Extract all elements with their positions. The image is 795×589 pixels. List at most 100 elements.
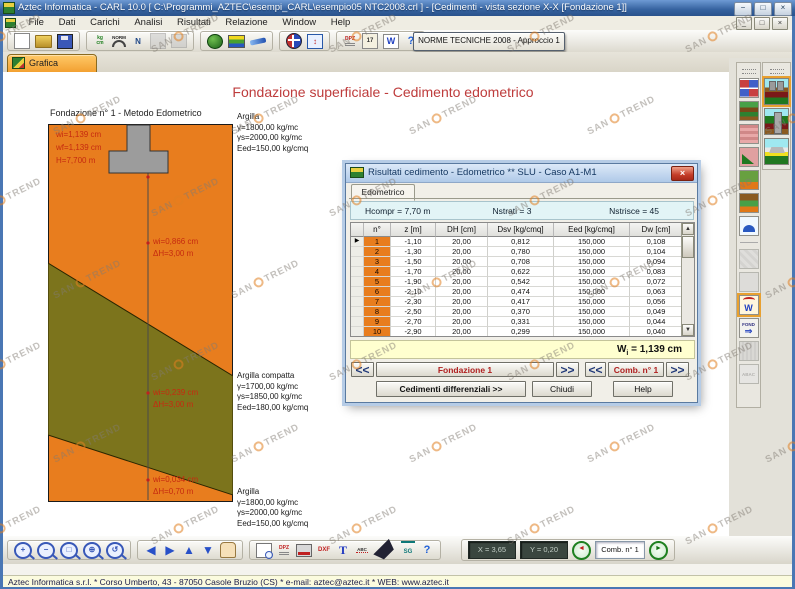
settlement-w-icon[interactable]: W bbox=[736, 293, 761, 317]
table-row[interactable]: 5 -1,90 20,00 0,542 150,000 0,072 bbox=[351, 277, 694, 287]
zoom-out-icon[interactable]: − bbox=[37, 541, 55, 559]
row-selector[interactable] bbox=[351, 297, 364, 307]
table-row[interactable]: 7 -2,30 20,00 0,417 150,000 0,056 bbox=[351, 297, 694, 307]
row-selector[interactable] bbox=[351, 247, 364, 257]
dialog-close-button[interactable]: × bbox=[671, 166, 694, 181]
table-row[interactable]: 2 -1,30 20,00 0,780 150,000 0,104 bbox=[351, 247, 694, 257]
gravel-layer-icon[interactable] bbox=[738, 170, 759, 190]
scroll-down-arrow[interactable]: ▼ bbox=[682, 324, 694, 336]
menu-window[interactable]: Window bbox=[276, 16, 322, 30]
fondazione-next-button[interactable]: >> bbox=[556, 362, 579, 377]
vegetation-icon[interactable] bbox=[207, 33, 223, 49]
load-n-icon[interactable]: N bbox=[131, 33, 145, 49]
section-line-icon[interactable] bbox=[249, 36, 267, 46]
table-row[interactable]: 6 -2,10 20,00 0,474 150,000 0,063 bbox=[351, 287, 694, 297]
menu-relazione[interactable]: Relazione bbox=[219, 16, 273, 30]
fondazione-prev-button[interactable]: << bbox=[351, 362, 374, 377]
word-export-icon[interactable]: W bbox=[383, 33, 399, 49]
zoom-extents-icon[interactable]: ⊕ bbox=[83, 541, 101, 559]
menu-analisi[interactable]: Analisi bbox=[128, 16, 168, 30]
scrollbar-thumb[interactable] bbox=[682, 236, 694, 258]
pan-hand-icon[interactable] bbox=[220, 542, 236, 558]
column-header[interactable]: Eed [kg/cmq] bbox=[554, 223, 630, 237]
next-combination-button[interactable]: ► bbox=[649, 540, 668, 560]
tab-grafica[interactable]: Grafica bbox=[7, 54, 97, 74]
embankment-icon[interactable] bbox=[738, 193, 759, 213]
plot-icon[interactable] bbox=[296, 543, 312, 557]
menu-carichi[interactable]: Carichi bbox=[84, 16, 126, 30]
results-table[interactable]: ▲ ▼ n° z [m] DH [cm] Dsv [kg/cmq] Eed [kg/cm… bbox=[350, 222, 695, 337]
foundation-strip-icon[interactable] bbox=[764, 138, 789, 165]
soil-layers-icon[interactable] bbox=[228, 34, 245, 48]
excavation-icon[interactable] bbox=[738, 147, 759, 167]
row-selector[interactable]: ▶ bbox=[351, 237, 364, 247]
norme-tecniche-button[interactable]: NORME TECNICHE 2008 - Approccio 1 bbox=[413, 32, 565, 51]
table-scrollbar[interactable]: ▲ ▼ bbox=[681, 223, 694, 336]
menu-file[interactable]: File bbox=[23, 16, 50, 30]
dialog-title-bar[interactable]: Risultati cedimento - Edometrico ** SLU … bbox=[346, 164, 697, 183]
close-button[interactable]: × bbox=[774, 2, 792, 16]
soil-texture-icon[interactable] bbox=[738, 124, 759, 144]
help-button[interactable]: Help bbox=[613, 381, 673, 397]
pen-icon[interactable] bbox=[373, 538, 397, 562]
help-icon[interactable]: ? bbox=[420, 542, 434, 558]
menu-help[interactable]: Help bbox=[325, 16, 357, 30]
row-selector[interactable] bbox=[351, 267, 364, 277]
column-header[interactable] bbox=[351, 223, 364, 237]
fondazione-selector[interactable]: Fondazione 1 bbox=[376, 362, 554, 377]
row-selector[interactable] bbox=[351, 327, 364, 336]
comb-selector[interactable]: Comb. n° 1 bbox=[608, 362, 664, 377]
title-bar[interactable]: Aztec Informatica - CARL 10.0 [ C:\Progr… bbox=[0, 0, 795, 16]
pan-left-icon[interactable]: ◀ bbox=[144, 542, 158, 558]
table-row[interactable]: 10 -2,90 20,00 0,299 150,000 0,040 bbox=[351, 327, 694, 336]
globe-icon[interactable] bbox=[286, 33, 302, 49]
zoom-page-icon[interactable]: □ bbox=[60, 541, 78, 559]
save-icon[interactable] bbox=[57, 33, 73, 49]
row-selector[interactable] bbox=[351, 257, 364, 267]
comb-next-button[interactable]: >> bbox=[666, 362, 689, 377]
load-plate-icon[interactable] bbox=[738, 216, 759, 236]
row-selector[interactable] bbox=[351, 317, 364, 327]
dpz-export-icon[interactable]: DPZ bbox=[343, 33, 357, 49]
window-update-icon[interactable]: ↕ bbox=[307, 33, 323, 49]
fond-nav-icon[interactable]: FOND bbox=[738, 318, 759, 338]
dpz-icon[interactable]: DPZ bbox=[277, 542, 291, 558]
comb-prev-button[interactable]: << bbox=[585, 362, 606, 377]
mdi-close-button[interactable]: × bbox=[772, 17, 788, 30]
zoom-previous-icon[interactable]: ↺ bbox=[106, 541, 124, 559]
norm-binoculars-icon[interactable]: NORM bbox=[112, 33, 126, 49]
scroll-up-arrow[interactable]: ▲ bbox=[682, 223, 694, 235]
computation-time-icon[interactable]: 17 bbox=[362, 33, 378, 49]
zoom-in-icon[interactable]: + bbox=[14, 541, 32, 559]
table-row[interactable]: ▶ 1 -1,10 20,00 0,812 150,000 0,108 bbox=[351, 237, 694, 247]
spell-abc-icon[interactable]: ABC bbox=[355, 542, 369, 558]
column-header[interactable]: n° bbox=[364, 223, 391, 237]
column-header[interactable]: Dw [cm] bbox=[630, 223, 683, 237]
new-file-icon[interactable] bbox=[14, 33, 30, 49]
row-selector[interactable] bbox=[351, 307, 364, 317]
chiudi-button[interactable]: Chiudi bbox=[532, 381, 592, 397]
toolbar-grip[interactable] bbox=[741, 69, 756, 74]
table-row[interactable]: 4 -1,70 20,00 0,622 150,000 0,083 bbox=[351, 267, 694, 277]
column-header[interactable]: z [m] bbox=[391, 223, 436, 237]
minimize-button[interactable]: − bbox=[734, 2, 752, 16]
menu-risultati[interactable]: Risultati bbox=[171, 16, 217, 30]
sg-icon[interactable]: SG bbox=[401, 540, 415, 560]
materials-palette-icon[interactable] bbox=[738, 78, 759, 98]
column-header[interactable]: DH [cm] bbox=[436, 223, 488, 237]
column-header[interactable]: Dsv [kg/cmq] bbox=[488, 223, 554, 237]
pan-up-icon[interactable]: ▲ bbox=[182, 542, 196, 558]
units-kgcm-icon[interactable]: kg cm bbox=[93, 33, 107, 49]
table-row[interactable]: 8 -2,50 20,00 0,370 150,000 0,049 bbox=[351, 307, 694, 317]
row-selector[interactable] bbox=[351, 277, 364, 287]
table-row[interactable]: 9 -2,70 20,00 0,331 150,000 0,044 bbox=[351, 317, 694, 327]
mdi-restore-button[interactable]: □ bbox=[754, 17, 770, 30]
previous-combination-button[interactable]: ◄ bbox=[572, 540, 591, 560]
pan-down-icon[interactable]: ▼ bbox=[201, 542, 215, 558]
row-selector[interactable] bbox=[351, 287, 364, 297]
foundation-pile-icon[interactable] bbox=[764, 108, 789, 135]
text-icon[interactable]: T bbox=[336, 542, 350, 558]
mdi-minimize-button[interactable]: _ bbox=[736, 17, 752, 30]
print-preview-icon[interactable] bbox=[256, 542, 273, 559]
foundation-plinth-icon[interactable] bbox=[762, 76, 791, 107]
